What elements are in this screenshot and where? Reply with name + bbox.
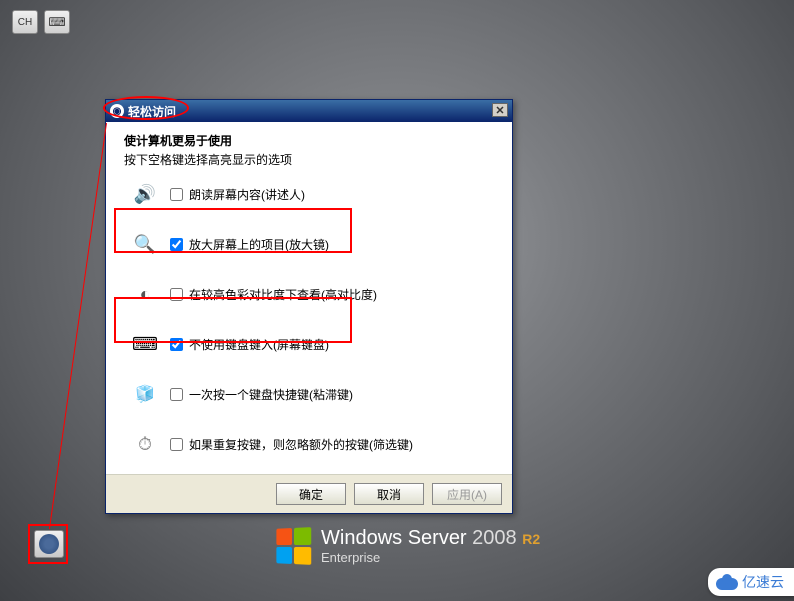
product-name: Windows Server [321, 527, 467, 549]
option-label: 如果重复按键，则忽略额外的按键(筛选键) [189, 436, 413, 453]
filter-keys-icon [130, 430, 160, 458]
option-narrator[interactable]: 朗读屏幕内容(讲述人) [124, 180, 494, 208]
titlebar[interactable]: ◉ 轻松访问 ✕ [106, 100, 512, 122]
annotation-connector-line [49, 123, 107, 529]
magnifier-icon [130, 230, 160, 258]
option-onscreen-keyboard[interactable]: 不使用键盘键入(屏幕键盘) [124, 330, 494, 358]
checkbox-contrast[interactable] [170, 288, 183, 301]
option-contrast[interactable]: 在较高色彩对比度下查看(高对比度) [124, 280, 494, 308]
ime-keyboard-button[interactable]: ⌨ [44, 10, 70, 34]
watermark-badge: 亿速云 [708, 568, 794, 596]
ease-of-access-button[interactable] [34, 530, 64, 558]
ime-language-label: CH [18, 17, 32, 28]
checkbox-sticky-keys[interactable] [170, 388, 183, 401]
ease-of-access-gear-icon [39, 534, 59, 554]
onscreen-keyboard-icon [130, 330, 160, 358]
branding-text: Windows Server 2008 R2 Enterprise [321, 527, 540, 565]
apply-button[interactable]: 应用(A) [432, 483, 502, 505]
option-magnifier[interactable]: 放大屏幕上的项目(放大镜) [124, 230, 494, 258]
option-filter-keys[interactable]: 如果重复按键，则忽略额外的按键(筛选键) [124, 430, 494, 458]
dialog-subheading: 按下空格键选择高亮显示的选项 [124, 151, 494, 168]
window-title: 轻松访问 [128, 103, 176, 120]
sticky-keys-icon [130, 380, 160, 408]
ease-of-access-dialog: ◉ 轻松访问 ✕ 使计算机更易于使用 按下空格键选择高亮显示的选项 朗读屏幕内容… [105, 99, 513, 514]
product-suffix: R2 [522, 531, 540, 547]
cancel-button[interactable]: 取消 [354, 483, 424, 505]
checkbox-narrator[interactable] [170, 188, 183, 201]
checkbox-onscreen-keyboard[interactable] [170, 338, 183, 351]
option-sticky-keys[interactable]: 一次按一个键盘快捷键(粘滞键) [124, 380, 494, 408]
contrast-icon [130, 280, 160, 308]
windows-logo-icon [276, 527, 311, 565]
option-label: 放大屏幕上的项目(放大镜) [189, 236, 329, 253]
ease-of-access-icon: ◉ [110, 104, 124, 118]
keyboard-icon: ⌨ [48, 15, 65, 29]
ok-button[interactable]: 确定 [276, 483, 346, 505]
checkbox-magnifier[interactable] [170, 238, 183, 251]
dialog-body: 使计算机更易于使用 按下空格键选择高亮显示的选项 朗读屏幕内容(讲述人) 放大屏… [106, 122, 512, 474]
close-icon: ✕ [495, 104, 504, 117]
close-button[interactable]: ✕ [492, 103, 508, 117]
windows-branding: Windows Server 2008 R2 Enterprise [275, 527, 540, 565]
option-label: 在较高色彩对比度下查看(高对比度) [189, 286, 377, 303]
product-year: 2008 [472, 527, 517, 549]
narrator-icon [130, 180, 160, 208]
checkbox-filter-keys[interactable] [170, 438, 183, 451]
watermark-text: 亿速云 [742, 572, 784, 592]
option-label: 一次按一个键盘快捷键(粘滞键) [189, 386, 353, 403]
cloud-icon [716, 574, 738, 590]
dialog-button-bar: 确定 取消 应用(A) [106, 474, 512, 513]
option-label: 不使用键盘键入(屏幕键盘) [189, 336, 329, 353]
ime-language-button[interactable]: CH [12, 10, 38, 34]
dialog-heading: 使计算机更易于使用 [124, 132, 494, 149]
option-label: 朗读屏幕内容(讲述人) [189, 186, 305, 203]
product-edition: Enterprise [321, 550, 540, 565]
